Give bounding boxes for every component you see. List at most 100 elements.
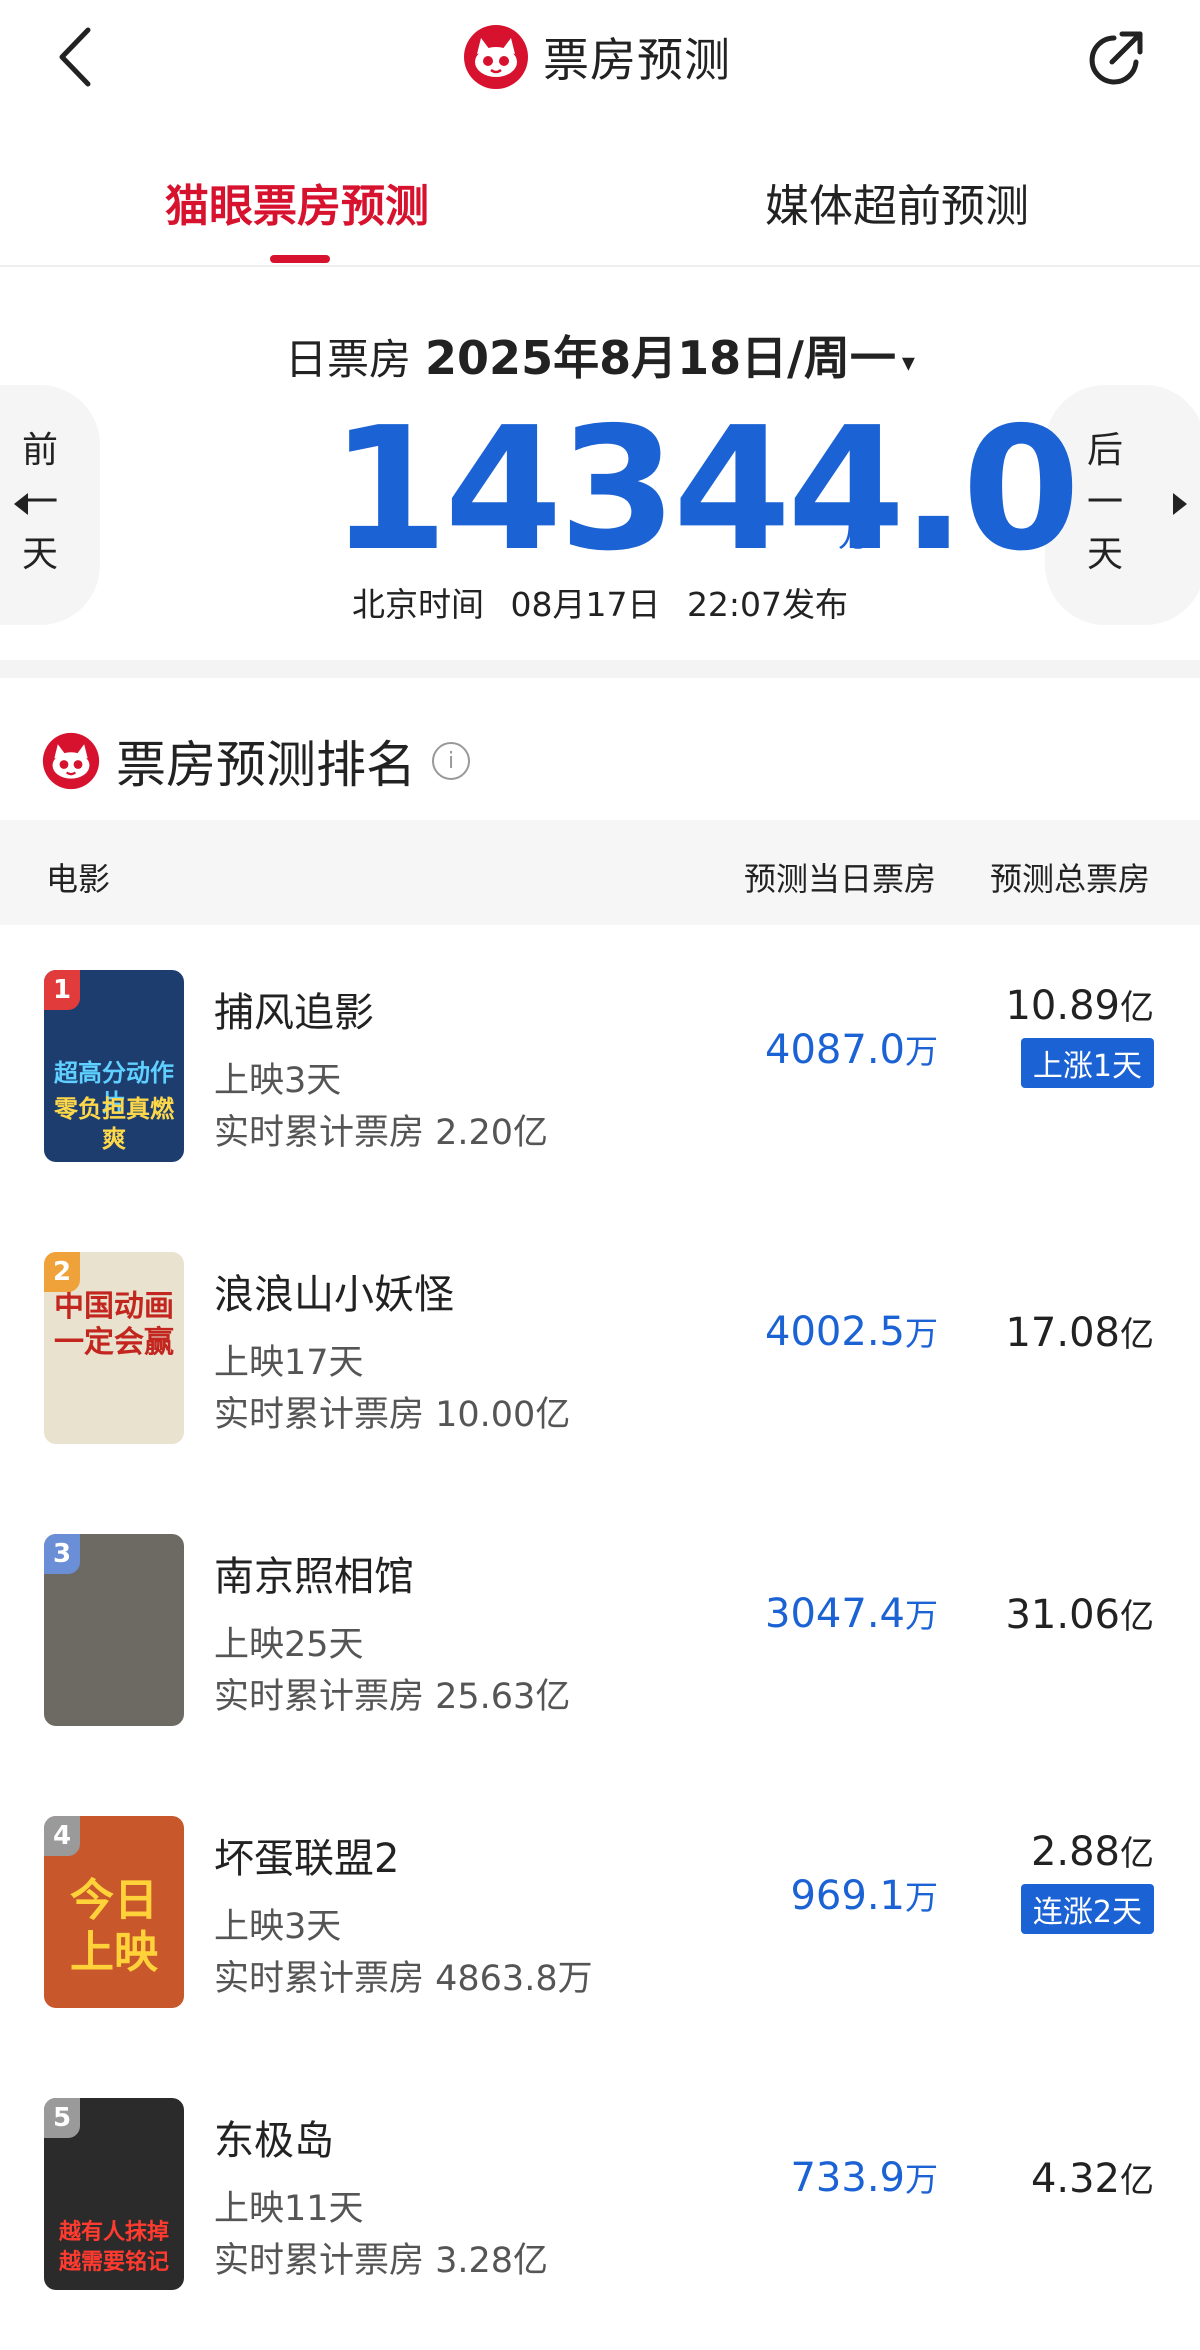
forecast-daily-unit: 万 [905,1032,938,1071]
column-header-total: 预测总票房 [990,860,1151,898]
column-header-daily: 预测当日票房 [744,860,937,898]
poster-caption-2: 一定会赢 [54,1325,174,1360]
page-title: 票房预测 [543,33,731,87]
daily-box-office-label: 日票房 [285,335,412,384]
movie-title[interactable]: 南京照相馆 [214,1544,414,1602]
forecast-daily: 733.9万 [790,2153,938,2201]
next-char-3: 天 [1086,534,1123,575]
chevron-left-icon [59,27,91,87]
forecast-total-unit: 亿 [1120,1597,1154,1637]
forecast-daily-total-unit: 万 [838,516,871,554]
forecast-daily: 4087.0万 [765,1025,938,1073]
movie-title[interactable]: 浪浪山小妖怪 [214,1262,454,1320]
next-day-label: 后 一 天 [1085,425,1125,581]
ranking-title: 票房预测排名 [116,736,416,794]
maoyan-logo-icon [42,732,100,790]
forecast-daily: 3047.4万 [765,1589,938,1637]
forecast-total-unit: 亿 [1120,988,1154,1028]
back-button[interactable] [50,22,110,92]
forecast-total: 10.89亿 [1005,980,1154,1029]
realtime-total: 实时累计票房 25.63亿 [214,1677,571,1717]
tab-bar: 猫眼票房预测 媒体超前预测 [0,140,1200,267]
publish-time: 22:07发布 [686,585,849,624]
forecast-daily: 969.1万 [790,1871,938,1919]
prev-char-2: 一 [21,482,58,523]
days-released: 上映3天 [214,1907,342,1947]
table-row[interactable]: 3 南京照相馆 上映25天 实时累计票房 25.63亿 3047.4万 31.0… [0,1504,1200,1786]
rank-badge: 5 [44,2098,80,2138]
forecast-daily-unit: 万 [905,1878,938,1917]
share-button[interactable] [1080,24,1150,94]
movie-poster[interactable]: 超高分动作片 零负担真燃爽 1 [44,970,184,1162]
poster-caption-1: 越有人抹掉 [58,2220,169,2245]
forecast-daily-unit: 万 [905,2160,938,2199]
rank-badge: 1 [44,970,80,1010]
trend-badge: 连涨2天 [1020,1884,1154,1934]
forecast-daily-value: 733.9 [790,2155,905,2201]
forecast-daily-value: 3047.4 [765,1591,905,1637]
realtime-total: 实时累计票房 10.00亿 [214,1395,571,1435]
forecast-daily-unit: 万 [905,1596,938,1635]
forecast-total-value: 2.88 [1030,1829,1120,1875]
table-row[interactable]: 超高分动作片 零负担真燃爽 1 捕风追影 上映3天 实时累计票房 2.20亿 4… [0,940,1200,1222]
tab-media-forecast[interactable]: 媒体超前预测 [765,170,1029,234]
movie-title[interactable]: 捕风追影 [214,980,374,1038]
date-selector[interactable]: 日票房 2025年8月18日/周一 ▾ [0,322,1200,388]
poster-caption-1: 中国动画 [54,1289,174,1324]
days-released: 上映17天 [214,1343,364,1383]
forecast-total-value: 4.32 [1030,2156,1120,2202]
arrow-right-icon [1173,493,1187,515]
info-icon[interactable]: i [432,742,470,780]
realtime-total: 实时累计票房 3.28亿 [214,2241,549,2281]
section-divider [0,660,1200,678]
forecast-total: 17.08亿 [1005,1307,1154,1356]
forecast-total-unit: 亿 [1120,1834,1154,1874]
poster-caption-1: 今日 [70,1875,158,1926]
publish-zone: 北京时间 [351,585,484,624]
movie-poster[interactable]: 越有人抹掉 越需要铭记 5 [44,2098,184,2290]
realtime-total: 实时累计票房 4863.8万 [214,1959,593,1999]
forecast-daily-value: 969.1 [790,1873,905,1919]
caret-down-icon: ▾ [901,347,915,378]
forecast-total-value: 31.06 [1005,1592,1120,1638]
active-tab-indicator [270,255,330,263]
forecast-total-value: 10.89 [1005,983,1120,1029]
movie-poster[interactable]: 3 [44,1534,184,1726]
table-row[interactable]: 越有人抹掉 越需要铭记 5 东极岛 上映11天 实时累计票房 3.28亿 733… [0,2068,1200,2350]
next-char-2: 一 [1086,482,1123,523]
prev-char-1: 前 [21,430,58,471]
forecast-daily-value: 4002.5 [765,1309,905,1355]
forecast-daily: 4002.5万 [765,1307,938,1355]
top-bar: 票房预测 [0,0,1200,120]
forecast-total-value: 17.08 [1005,1310,1120,1356]
movie-poster[interactable]: 中国动画 一定会赢 2 [44,1252,184,1444]
forecast-daily-value: 4087.0 [765,1027,905,1073]
poster-caption-2: 零负担真燃爽 [54,1095,174,1153]
trend-badge: 上涨1天 [1020,1038,1154,1088]
prev-char-3: 天 [21,534,58,575]
forecast-total: 4.32亿 [1031,2153,1154,2202]
publish-info: 北京时间 08月17日 22:07发布 [0,578,1200,626]
poster-caption-2: 上映 [70,1927,158,1978]
realtime-total: 实时累计票房 2.20亿 [214,1113,549,1153]
days-released: 上映25天 [214,1625,364,1665]
forecast-total: 2.88亿 [1031,1826,1154,1875]
movie-title[interactable]: 东极岛 [214,2108,334,2166]
next-char-1: 后 [1086,430,1123,471]
ranking-header: 票房预测排名 i [42,725,470,797]
movie-poster[interactable]: 今日 上映 4 [44,1816,184,2008]
movie-title[interactable]: 坏蛋联盟2 [214,1826,399,1884]
rank-badge: 3 [44,1534,80,1574]
forecast-daily-total: 14344.0 [330,391,1080,589]
table-row[interactable]: 中国动画 一定会赢 2 浪浪山小妖怪 上映17天 实时累计票房 10.00亿 4… [0,1222,1200,1504]
days-released: 上映3天 [214,1061,342,1101]
table-row[interactable]: 今日 上映 4 坏蛋联盟2 上映3天 实时累计票房 4863.8万 969.1万… [0,1786,1200,2068]
forecast-total-unit: 亿 [1120,1315,1154,1355]
days-released: 上映11天 [214,2189,364,2229]
tab-maoyan-forecast[interactable]: 猫眼票房预测 [165,170,429,234]
column-header-movie: 电影 [46,860,111,898]
app-brand: 票房预测 [463,22,731,92]
prev-day-label: 前 一 天 [20,425,60,581]
rank-badge: 2 [44,1252,80,1292]
share-icon [1089,31,1143,85]
